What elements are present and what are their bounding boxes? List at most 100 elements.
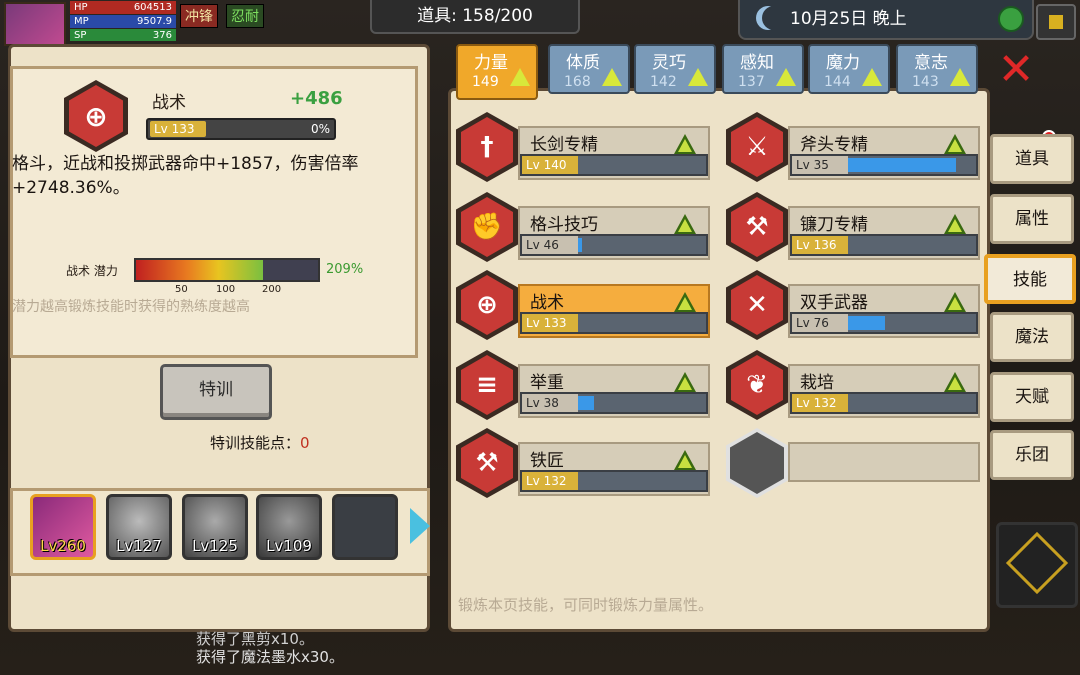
scythe-icon: ⚒	[726, 192, 788, 262]
skill-level: Lv 38	[522, 394, 578, 412]
side-tab-3[interactable]: 魔法	[990, 312, 1074, 362]
tab-value: 149	[472, 74, 499, 90]
level-up-icon[interactable]	[674, 134, 696, 154]
skill-progress-bar: Lv 76	[790, 312, 978, 334]
skill-name: 铁匠	[530, 451, 564, 471]
level-up-icon[interactable]	[674, 292, 696, 312]
tab-value: 137	[738, 74, 765, 90]
tab-attr-0[interactable]: 力量 149	[456, 44, 538, 100]
side-tab-0[interactable]: 道具	[990, 134, 1074, 184]
party-member-level: Lv127	[116, 537, 162, 555]
skill-name: 战术	[530, 293, 564, 313]
level-up-icon[interactable]	[944, 372, 966, 392]
skill-item[interactable]: ⚒ 铁匠 Lv 132	[456, 428, 716, 498]
skill-name: 格斗技巧	[530, 215, 598, 235]
skill-bonus: +486	[290, 88, 343, 109]
tab-attr-5[interactable]: 意志 143	[896, 44, 978, 94]
level-up-icon[interactable]	[944, 214, 966, 234]
endure-status-tag: 忍耐	[226, 4, 264, 28]
tab-value: 142	[650, 74, 677, 90]
skill-item[interactable]: ⚒ 镰刀专精 Lv 136	[726, 192, 986, 262]
tab-value: 168	[564, 74, 591, 90]
party-member-level: Lv260	[40, 537, 86, 555]
training-points-label: 特训技能点：	[210, 434, 301, 452]
sp-bar: SP 376	[70, 29, 176, 41]
skill-level: Lv 35	[792, 156, 848, 174]
skill-item[interactable]: ❦ 栽培 Lv 132	[726, 350, 986, 420]
skill-progress-bar: Lv 38	[520, 392, 708, 414]
skill-level: Lv 133	[150, 121, 206, 137]
party-member-level: Lv125	[192, 537, 238, 555]
two-handed-icon: ✕	[726, 270, 788, 340]
side-tab-1[interactable]: 属性	[990, 194, 1074, 244]
tab-attr-2[interactable]: 灵巧 142	[634, 44, 716, 94]
level-up-icon[interactable]	[674, 214, 696, 234]
skill-progress-bar: Lv 132	[790, 392, 978, 414]
party-member-1[interactable]: Lv260	[30, 494, 96, 560]
party-member-2[interactable]: Lv127	[106, 494, 172, 560]
potential-fill	[136, 260, 263, 280]
hp-bar: HP 604513	[70, 1, 176, 14]
level-up-icon[interactable]	[674, 372, 696, 392]
party-empty-slot[interactable]	[332, 494, 398, 560]
bow-weapon-button[interactable]	[996, 522, 1078, 608]
party-member-4[interactable]: Lv109	[256, 494, 322, 560]
potential-percent: 209%	[326, 262, 364, 277]
moon-icon	[762, 6, 786, 30]
potential-tick: 100	[216, 284, 236, 295]
training-points-value: 0	[300, 434, 310, 452]
party-member-level: Lv109	[266, 537, 312, 555]
level-up-icon[interactable]	[944, 134, 966, 154]
skill-level: Lv 136	[792, 236, 848, 254]
side-tab-2[interactable]: 技能	[984, 254, 1076, 304]
tab-attr-1[interactable]: 体质 168	[548, 44, 630, 94]
date-time: 10月25日 晚上	[790, 9, 907, 29]
tab-attr-4[interactable]: 魔力 144	[808, 44, 890, 94]
up-arrow-icon	[602, 68, 622, 86]
skill-name: 长剑专精	[530, 135, 598, 155]
bow-icon	[1005, 531, 1069, 595]
party-member-3[interactable]: Lv125	[182, 494, 248, 560]
globe-icon[interactable]	[998, 6, 1024, 32]
skill-progress-bar: Lv 133	[520, 312, 708, 334]
map-button[interactable]	[1036, 4, 1076, 40]
skill-level-bar: Lv 133 0%	[146, 118, 336, 140]
barbell-icon: ≡	[456, 350, 518, 420]
skill-item[interactable]: ✊ 格斗技巧 Lv 46	[456, 192, 716, 262]
map-icon	[1047, 13, 1065, 31]
special-training-button[interactable]: 特训	[160, 364, 272, 420]
skill-item[interactable]: ✕ 双手武器 Lv 76	[726, 270, 986, 340]
hp-label: HP	[74, 2, 88, 13]
skill-level: Lv 132	[792, 394, 848, 412]
side-tab-5[interactable]: 乐团	[990, 430, 1074, 480]
skill-name: 栽培	[800, 373, 834, 393]
fist-icon: ✊	[456, 192, 518, 262]
anvil-icon: ⚒	[456, 428, 518, 498]
party-next-arrow-icon[interactable]	[410, 508, 430, 544]
potential-label: 战术 潜力	[66, 264, 118, 278]
player-portrait[interactable]	[4, 2, 66, 46]
inventory-count: 道具: 158/200	[370, 0, 580, 34]
tab-attr-3[interactable]: 感知 137	[722, 44, 804, 94]
skill-name: 镰刀专精	[800, 215, 868, 235]
skill-level: Lv 132	[522, 472, 578, 490]
potential-bar	[134, 258, 320, 282]
skill-item[interactable]: ⚔ 斧头专精 Lv 35	[726, 112, 986, 182]
skill-progress-percent: 0%	[310, 122, 330, 136]
hp-value: 604513	[133, 2, 172, 13]
skill-item[interactable]: ⊕ 战术 Lv 133	[456, 270, 716, 340]
tactics-icon: ⊕	[456, 270, 518, 340]
up-arrow-icon	[862, 68, 882, 86]
skill-item[interactable]: † 长剑专精 Lv 140	[456, 112, 716, 182]
skill-progress-bar: Lv 140	[520, 154, 708, 176]
skill-name: 双手武器	[800, 293, 868, 313]
side-tab-4[interactable]: 天赋	[990, 372, 1074, 422]
skill-description: 格斗，近战和投掷武器命中+1857，伤害倍率+2748.36%。	[12, 154, 359, 198]
page-hint: 锻炼本页技能，可同时锻炼力量属性。	[458, 596, 714, 614]
level-up-icon[interactable]	[674, 450, 696, 470]
close-icon[interactable]: ✕	[996, 48, 1036, 92]
skill-name: 战术	[152, 93, 186, 113]
date-bar: 10月25日 晚上	[738, 0, 1034, 40]
level-up-icon[interactable]	[944, 292, 966, 312]
skill-item[interactable]: ≡ 举重 Lv 38	[456, 350, 716, 420]
